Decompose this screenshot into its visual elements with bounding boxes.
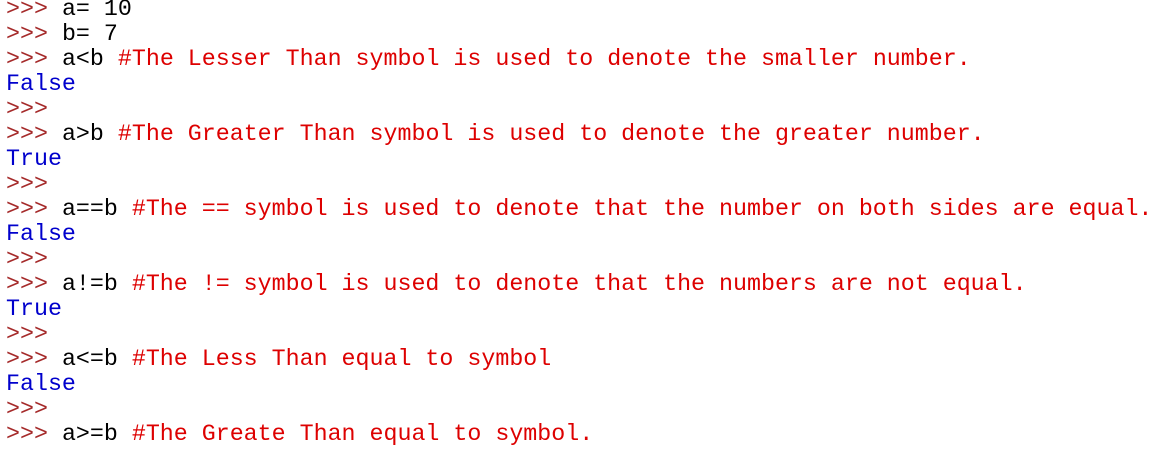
shell-prompt: >>> <box>6 46 48 72</box>
shell-input-line: >>> <box>0 397 1176 422</box>
shell-prompt: >>> <box>6 121 48 147</box>
shell-comment: #The Greater Than symbol is used to deno… <box>117 121 985 147</box>
shell-input-line: >>> <box>0 97 1176 122</box>
shell-input-line: >>> a>=b #The Greate Than equal to symbo… <box>0 422 1176 447</box>
shell-input-line: >>> a!=b #The != symbol is used to denot… <box>0 272 1176 297</box>
shell-comment: #The Lesser Than symbol is used to denot… <box>117 46 971 72</box>
shell-comment: #The == symbol is used to denote that th… <box>131 196 1153 222</box>
shell-code: b= 7 <box>61 21 118 47</box>
shell-code: a>b <box>61 121 104 147</box>
shell-input-line: >>> <box>0 172 1176 197</box>
shell-comment: #The Greate Than equal to symbol. <box>131 421 594 447</box>
shell-comment: #The Less Than equal to symbol <box>131 346 552 372</box>
shell-code: a<=b <box>61 346 118 372</box>
shell-input-line: >>> <box>0 322 1176 347</box>
shell-code: a==b <box>61 196 118 222</box>
shell-output-line: False <box>6 221 76 247</box>
shell-output-line: False <box>6 71 76 97</box>
shell-prompt: >>> <box>6 96 48 122</box>
shell-prompt: >>> <box>6 246 48 272</box>
shell-output-line: True <box>6 146 62 172</box>
shell-output-line: True <box>6 296 62 322</box>
shell-input-line: >>> a<b #The Lesser Than symbol is used … <box>0 47 1176 72</box>
shell-input-line: >>> a<=b #The Less Than equal to symbol <box>0 347 1176 372</box>
shell-prompt: >>> <box>6 0 48 22</box>
shell-code: a<b <box>61 46 104 72</box>
shell-input-line: >>> a==b #The == symbol is used to denot… <box>0 197 1176 222</box>
shell-input-line: >>> <box>0 247 1176 272</box>
shell-prompt: >>> <box>6 421 48 447</box>
shell-output-line: False <box>6 371 76 397</box>
shell-input-line: >>> a>b #The Greater Than symbol is used… <box>0 122 1176 147</box>
shell-code: a= 10 <box>61 0 132 22</box>
shell-prompt: >>> <box>6 21 48 47</box>
python-shell-output[interactable]: >>> a= 10 >>> b= 7 >>> a<b #The Lesser T… <box>0 0 1176 457</box>
shell-prompt: >>> <box>6 321 48 347</box>
shell-prompt: >>> <box>6 396 48 422</box>
shell-input-line: >>> a= 10 <box>0 0 1176 22</box>
shell-prompt: >>> <box>6 171 48 197</box>
shell-code: a>=b <box>61 421 118 447</box>
shell-code: a!=b <box>61 271 118 297</box>
shell-prompt: >>> <box>6 196 48 222</box>
shell-comment: #The != symbol is used to denote that th… <box>131 271 1027 297</box>
shell-prompt: >>> <box>6 346 48 372</box>
shell-input-line: >>> b= 7 <box>0 22 1176 47</box>
shell-prompt: >>> <box>6 271 48 297</box>
